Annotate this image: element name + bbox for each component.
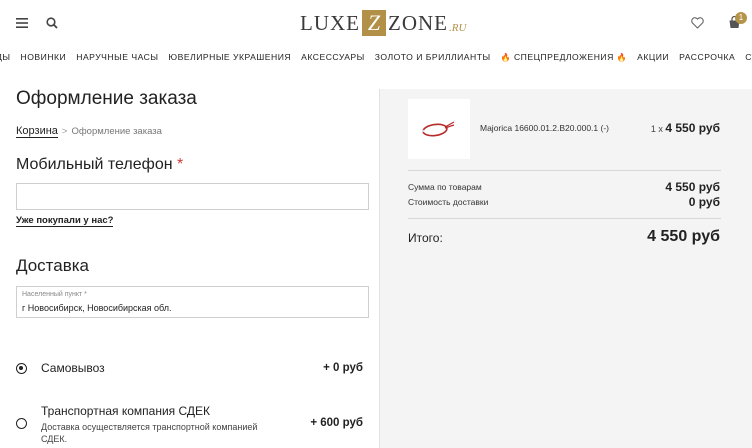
total-label: Итого: (408, 231, 443, 245)
product-image[interactable] (408, 99, 470, 159)
product-name[interactable]: Majorica 16600.01.2.B20.000.1 (-) (480, 123, 609, 133)
page-title: Оформление заказа (16, 88, 197, 109)
city-field-value: г Новосибирск, Новосибирская обл. (22, 303, 172, 313)
nav-item-jewelry[interactable]: ЮВЕЛИРНЫЕ УКРАШЕНИЯ (163, 52, 296, 66)
radio-pickup[interactable] (16, 363, 27, 374)
menu-icon[interactable] (14, 15, 30, 31)
checkout-form: Оформление заказа Корзина > Оформление зак… (0, 66, 378, 448)
fire-icon: 🔥 (616, 53, 628, 62)
shipping-cost-value: 0 руб (688, 195, 720, 209)
city-field[interactable]: Населенный пункт * г Новосибирск, Новоси… (16, 286, 369, 318)
nav-item-gold[interactable]: ЗОЛОТО И БРИЛЛИАНТЫ (370, 52, 496, 66)
nav-item-special[interactable]: 🔥 СПЕЦПРЕДЛОЖЕНИЯ 🔥 (496, 52, 633, 66)
heart-icon[interactable] (689, 15, 705, 31)
already-customer-link[interactable]: Уже покупали у нас? (16, 215, 114, 227)
delivery-option-pickup[interactable]: Самовывоз + 0 руб (16, 360, 366, 380)
product-qty: 1 x (650, 124, 663, 134)
site-logo[interactable]: LUXE Z ZONE .RU (300, 10, 466, 36)
delivery-option-price: + 600 руб (310, 417, 363, 429)
nav-item-special-label: СПЕЦПРЕДЛОЖЕНИЯ (513, 52, 614, 62)
phone-label-text: Мобильный телефон (16, 156, 173, 173)
logo-suffix: .RU (449, 22, 467, 34)
nav-item-promo[interactable]: АКЦИИ (632, 52, 674, 66)
phone-label: Мобильный телефон * (16, 156, 183, 174)
phone-input[interactable] (16, 183, 369, 210)
fire-icon: 🔥 (500, 53, 512, 62)
divider (408, 170, 721, 171)
breadcrumb-current: Оформление заказа (71, 126, 162, 137)
breadcrumb-cart-link[interactable]: Корзина (16, 125, 58, 138)
logo-emblem-letter: Z (367, 10, 381, 35)
main-nav: БРЕНДЫ НОВИНКИ НАРУЧНЫЕ ЧАСЫ ЮВЕЛИРНЫЕ У… (0, 52, 752, 66)
total-value: 4 550 руб (647, 228, 720, 245)
city-field-label: Населенный пункт * (22, 291, 87, 298)
delivery-option-title: Самовывоз (41, 361, 105, 375)
breadcrumb-separator: > (61, 126, 68, 137)
nav-item-accessories[interactable]: АКСЕССУАРЫ (296, 52, 370, 66)
logo-text-left: LUXE (300, 10, 360, 35)
nav-item-articles[interactable]: СТАТЬИ (740, 52, 752, 66)
delivery-option-title: Транспортная компания СДЕК (41, 404, 211, 418)
nav-item-brands[interactable]: БРЕНДЫ (0, 52, 16, 66)
search-icon[interactable] (44, 15, 60, 31)
order-summary: Majorica 16600.01.2.B20.000.1 (-) 1 x 4 … (379, 89, 752, 448)
logo-text-right: ZONE (388, 10, 448, 35)
product-price: 4 550 руб (665, 121, 720, 135)
delivery-option-price: + 0 руб (323, 362, 363, 374)
goods-sum-label: Сумма по товарам (408, 182, 482, 192)
required-mark: * (177, 156, 184, 173)
nav-item-watches[interactable]: НАРУЧНЫЕ ЧАСЫ (71, 52, 163, 66)
breadcrumb: Корзина > Оформление заказа (16, 125, 162, 138)
delivery-option-cdek[interactable]: Транспортная компания СДЕК Доставка осущ… (16, 403, 366, 447)
goods-sum-value: 4 550 руб (665, 180, 720, 194)
delivery-title: Доставка (16, 256, 90, 275)
site-header: LUXE Z ZONE .RU 1 (0, 0, 752, 46)
radio-cdek[interactable] (16, 418, 27, 429)
delivery-option-description: Доставка осуществляется транспортной ком… (41, 422, 258, 444)
nav-item-installment[interactable]: РАССРОЧКА (674, 52, 740, 66)
nav-item-new[interactable]: НОВИНКИ (16, 52, 72, 66)
cart-count-badge: 1 (735, 12, 747, 24)
product-qty-price: 1 x 4 550 руб (651, 121, 720, 135)
divider (408, 218, 721, 219)
bracelet-icon (421, 121, 455, 137)
logo-emblem: Z (362, 10, 386, 36)
shipping-cost-label: Стоимость доставки (408, 197, 489, 207)
